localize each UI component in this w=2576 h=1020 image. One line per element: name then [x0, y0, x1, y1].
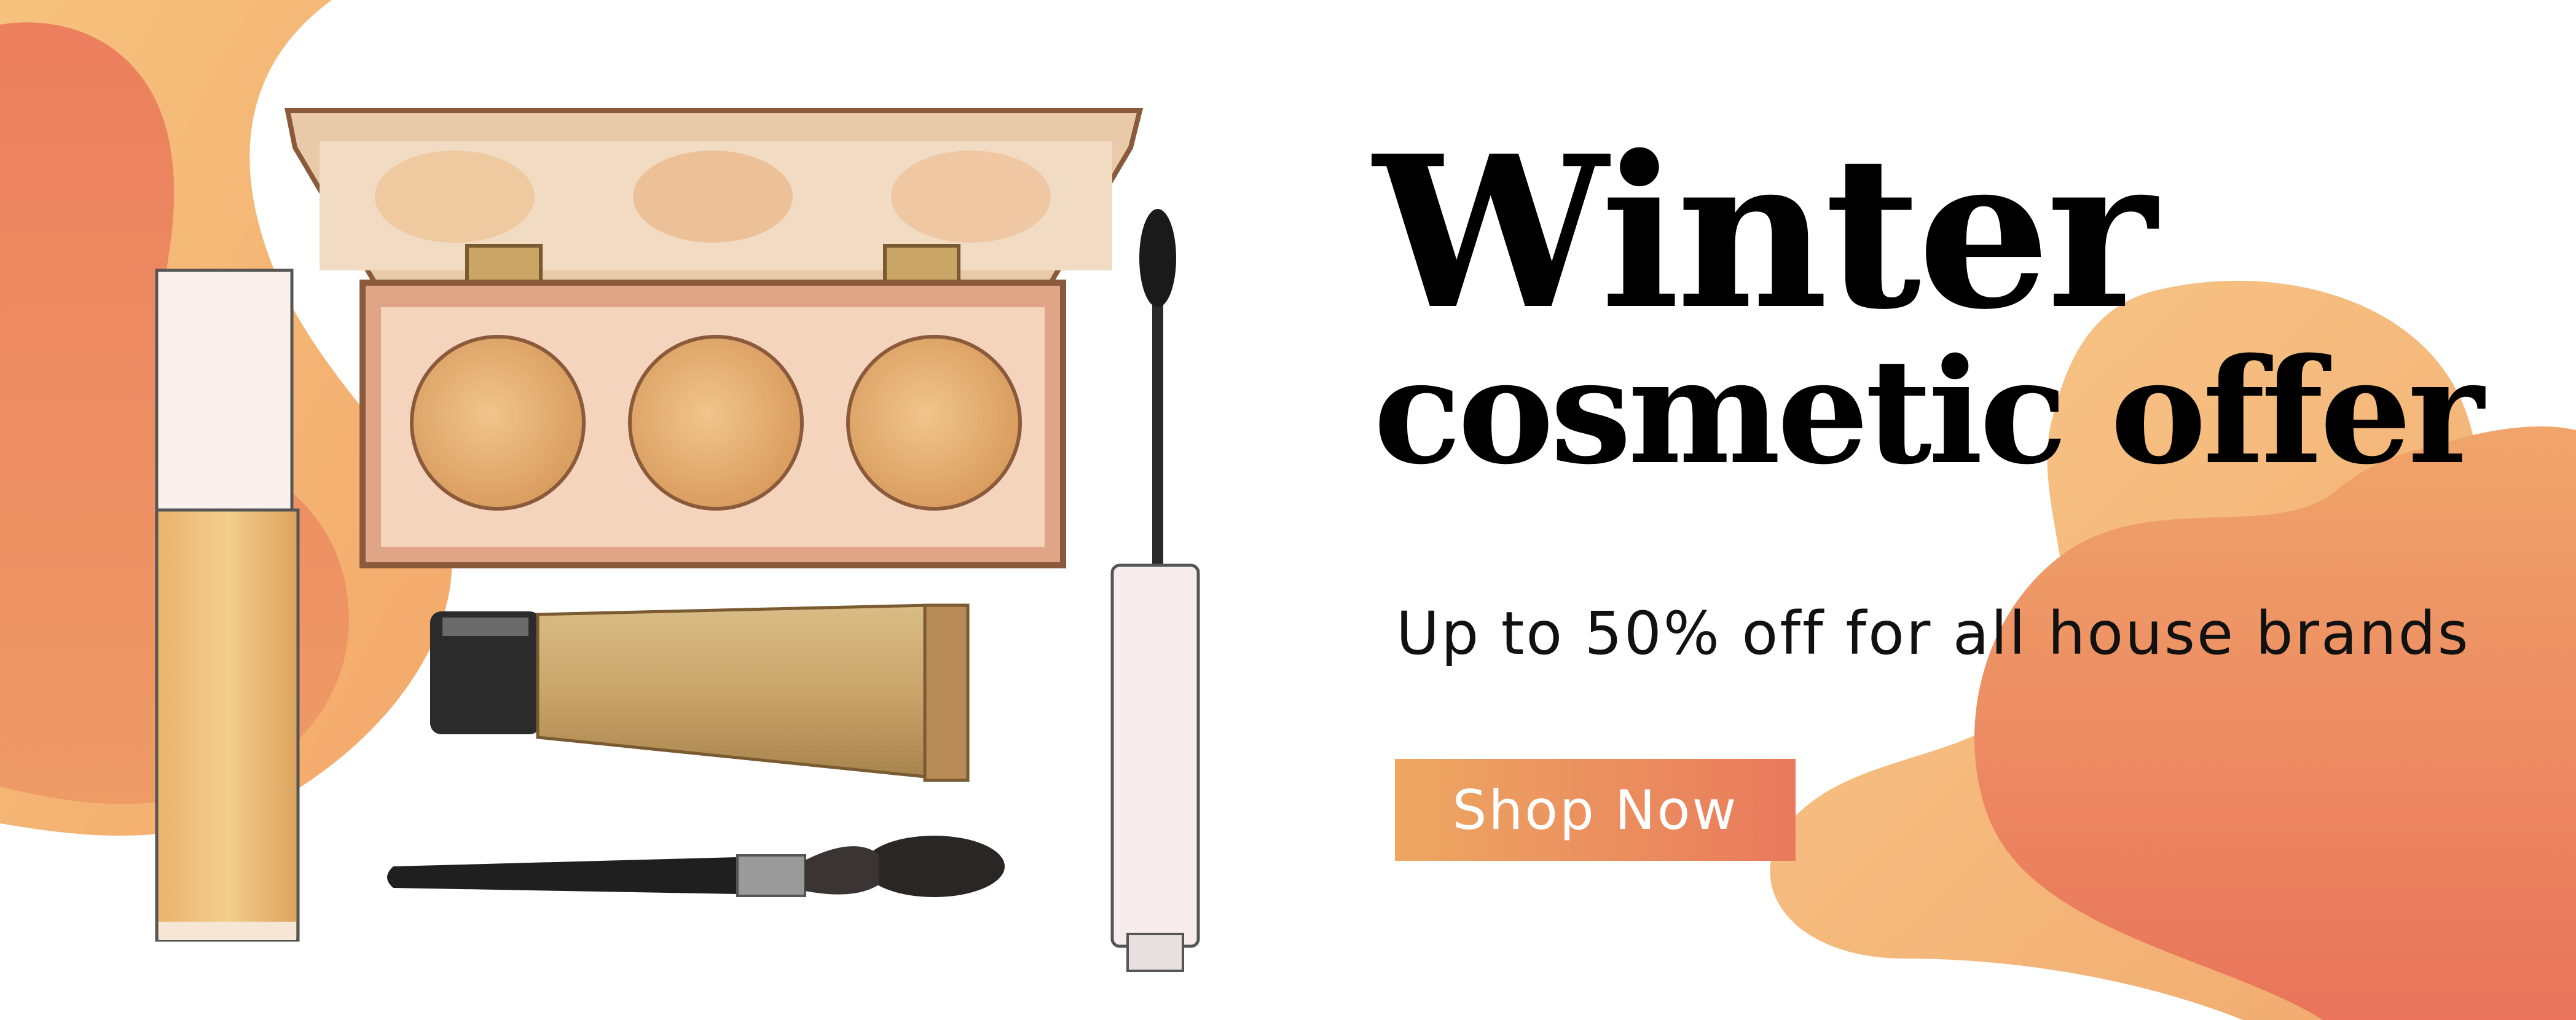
headline: Winter cosmetic offer — [1373, 111, 2484, 496]
mascara-icon — [1110, 209, 1200, 972]
headline-line-1: Winter — [1373, 111, 2157, 356]
promo-banner: Winter cosmetic offer Up to 50% off for … — [0, 0, 2576, 1020]
subheadline: Up to 50% off for all house brands — [1396, 599, 2470, 668]
headline-line-2: cosmetic offer — [1373, 327, 2484, 496]
concealer-tube-icon — [430, 603, 970, 782]
makeup-brush-icon — [387, 836, 1005, 897]
shop-now-button[interactable]: Shop Now — [1395, 759, 1796, 861]
foundation-bottle-icon — [155, 269, 300, 942]
eyeshadow-palette-icon — [285, 108, 1144, 568]
